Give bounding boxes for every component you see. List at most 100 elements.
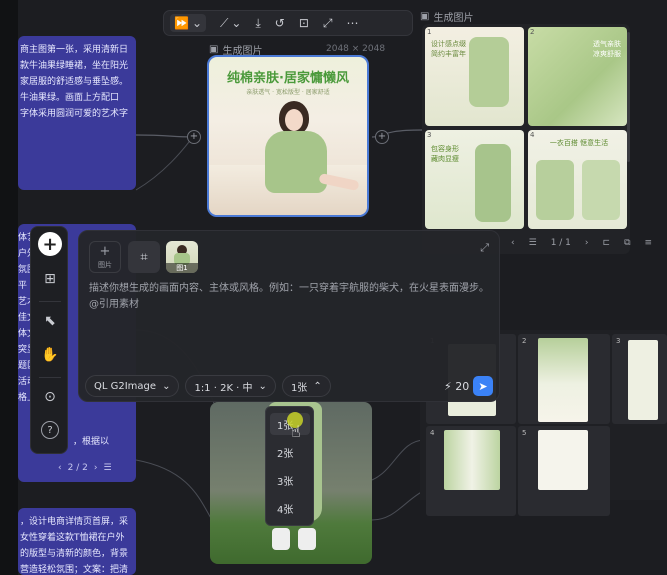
connect-plus-icon[interactable]: + <box>375 130 389 144</box>
help-icon[interactable]: ? <box>41 421 59 439</box>
grid-icon[interactable]: ⊞ <box>38 267 62 291</box>
rail-divider <box>39 301 61 302</box>
text-node-bottom[interactable]: ，设计电商详情页首屏，采 女性穿着这款T恤裙在户外 的版型与清新的颜色，背景 营… <box>18 508 136 575</box>
count-option[interactable]: 3张 <box>270 469 310 491</box>
text-line: 商主图第一张，采用清新日 <box>20 45 128 55</box>
model-label: QL G2Image <box>94 380 157 392</box>
detail-tile[interactable]: 2 <box>518 334 610 424</box>
canvas[interactable]: 商主图第一张，采用清新日 款牛油果绿睡裙，坐在阳光 家居服的舒适感与垂坠感。 牛… <box>0 0 667 575</box>
reference-caption: 图1 <box>166 263 198 273</box>
count-option[interactable]: 4张 <box>270 497 310 519</box>
plus-icon: + <box>99 244 111 259</box>
branch-dropdown[interactable]: ⟋ ⌄ <box>220 16 241 31</box>
text-line: 字体采用圆润可爱的艺术字 <box>20 109 128 119</box>
shoe <box>272 528 290 550</box>
model-dress <box>265 131 327 193</box>
history-icon[interactable]: ↺ <box>275 16 285 30</box>
fullscreen-icon[interactable]: ⤢ <box>323 16 333 31</box>
ratio-label: 1:1 · 2K · 中 <box>194 382 253 394</box>
dress-shape <box>582 160 620 220</box>
ratio-select[interactable]: 1:1 · 2K · 中 ⌄ <box>185 375 276 397</box>
camera-icon[interactable]: ⊙ <box>38 385 62 409</box>
focus-icon[interactable]: ⊡ <box>299 16 309 30</box>
chevron-down-icon: ⌄ <box>231 16 242 30</box>
detail-tile[interactable]: 3 <box>612 334 667 424</box>
expand-icon[interactable]: ⤢ <box>480 241 489 255</box>
add-node-button[interactable]: + <box>38 232 62 256</box>
text-line: 的版型与清新的颜色，背景 <box>20 549 128 559</box>
tile-number: 2 <box>530 28 535 36</box>
tile-text: 设计感点缀 简约丰富年 <box>431 40 466 58</box>
scan-icon[interactable]: ⌗ <box>128 241 160 273</box>
model-face <box>285 109 303 131</box>
tile-number: 4 <box>430 429 435 437</box>
model-select[interactable]: QL G2Image ⌄ <box>85 375 180 397</box>
prompt-input[interactable]: 描述你想生成的画面内容、主体或风格。例如：一只穿着宇航服的柴犬，在火星表面漫步。… <box>89 281 489 313</box>
count-select[interactable]: 1张 ⌃ <box>281 375 331 397</box>
gallery-node[interactable]: 1 设计感点缀 简约丰富年 2 透气亲肤 凉爽舒服 3 包容身形 藏肉显瘦 4 … <box>422 24 630 254</box>
image-subtitle: 亲肤透气 · 宽松版型 · 居家舒适 <box>246 89 330 96</box>
gallery-label: ▣ 生成图片 <box>420 9 473 24</box>
crop-icon[interactable]: ⊏ <box>603 238 611 248</box>
detail-tile[interactable]: 4 <box>426 426 516 516</box>
node-dimensions: 2048 × 2048 <box>326 44 386 54</box>
reference-thumbnail[interactable]: 图1 <box>166 241 198 273</box>
tile-text: 包容身形 藏肉显瘦 <box>431 145 459 163</box>
gallery-pager-text: 1 / 1 <box>550 238 571 248</box>
image-icon: ▣ <box>420 11 430 22</box>
connect-plus-icon[interactable]: + <box>187 130 201 144</box>
gallery-tile[interactable]: 3 包容身形 藏肉显瘦 <box>425 130 524 229</box>
chevron-right-icon[interactable]: › <box>585 238 589 248</box>
image-icon: ▣ <box>209 44 219 55</box>
chevron-down-icon: ⌄ <box>191 16 203 30</box>
chevron-down-icon: ⌄ <box>258 380 267 392</box>
tool-rail: + ⊞ ⬉ ✋ ⊙ ? <box>30 226 68 454</box>
more-icon[interactable]: ⋯ <box>347 16 359 30</box>
text-line: 女性穿着这款T恤裙在户外 <box>20 533 125 543</box>
text-line: ，设计电商详情页首屏，采 <box>20 517 128 527</box>
gallery-tile[interactable]: 1 设计感点缀 简约丰富年 <box>425 27 524 126</box>
select-tool-icon[interactable]: ⬉ <box>38 309 62 333</box>
run-dropdown[interactable]: ⏩ ⌄ <box>170 14 207 32</box>
tile-number: 5 <box>522 429 527 437</box>
count-label: 1张 <box>290 382 308 394</box>
tile-number: 2 <box>522 337 527 345</box>
dress-shape <box>536 160 574 220</box>
hand-cursor-icon: ☝ <box>291 422 301 441</box>
node-pager[interactable]: ‹ 2 / 2 › ☰ <box>58 460 112 476</box>
list-icon[interactable]: ☰ <box>103 460 111 476</box>
chevron-right-icon[interactable]: › <box>94 460 98 476</box>
hand-tool-icon[interactable]: ✋ <box>38 343 62 367</box>
tile-number: 3 <box>427 131 432 139</box>
settings-icon[interactable]: ≡ <box>645 238 653 248</box>
chevron-left-icon[interactable]: ‹ <box>58 460 62 476</box>
gallery-tile[interactable]: 2 透气亲肤 凉爽舒服 <box>528 27 627 126</box>
image-title: 纯棉亲肤·居家慵懒风 <box>227 71 349 86</box>
detail-tile[interactable]: 5 <box>518 426 610 516</box>
add-image-button[interactable]: + 图片 <box>89 241 121 273</box>
gallery-tile[interactable]: 4 一衣百搭 惬意生活 <box>528 130 627 229</box>
tile-text: 一衣百搭 惬意生活 <box>549 139 609 147</box>
send-button[interactable]: ➤ <box>473 376 493 396</box>
credits-value: 20 <box>455 380 470 393</box>
download-icon[interactable]: ⤓ <box>255 16 260 31</box>
credits: ⚡ 20 <box>444 380 469 393</box>
chevron-left-icon[interactable]: ‹ <box>511 238 515 248</box>
text-node-top[interactable]: 商主图第一张，采用清新日 款牛油果绿睡裙，坐在阳光 家居服的舒适感与垂坠感。 牛… <box>18 36 136 190</box>
branch-icon: ⟋ <box>220 15 229 30</box>
lightning-icon: ⚡ <box>444 380 452 393</box>
gallery-pager: ‹ ☰ 1 / 1 › ⊏ ⧉ ≡ <box>511 238 652 248</box>
rail-divider <box>39 377 61 378</box>
text-line: 家居服的舒适感与垂坠感。 <box>20 77 128 87</box>
text-line: 款牛油果绿睡裙，坐在阳光 <box>20 61 128 71</box>
poster-thumb <box>538 430 588 490</box>
dress-shape <box>475 144 511 222</box>
chevron-down-icon: ⌄ <box>162 380 171 392</box>
copy-icon[interactable]: ⧉ <box>624 238 630 248</box>
poster-thumb <box>538 338 588 422</box>
generated-image-node[interactable]: 纯棉亲肤·居家慵懒风 亲肤透气 · 宽松版型 · 居家舒适 <box>207 55 369 217</box>
count-option[interactable]: 2张 <box>270 441 310 463</box>
list-icon: ☰ <box>528 238 537 248</box>
chevron-up-icon: ⌃ <box>313 380 322 392</box>
gallery-scrollbar[interactable] <box>627 32 630 162</box>
